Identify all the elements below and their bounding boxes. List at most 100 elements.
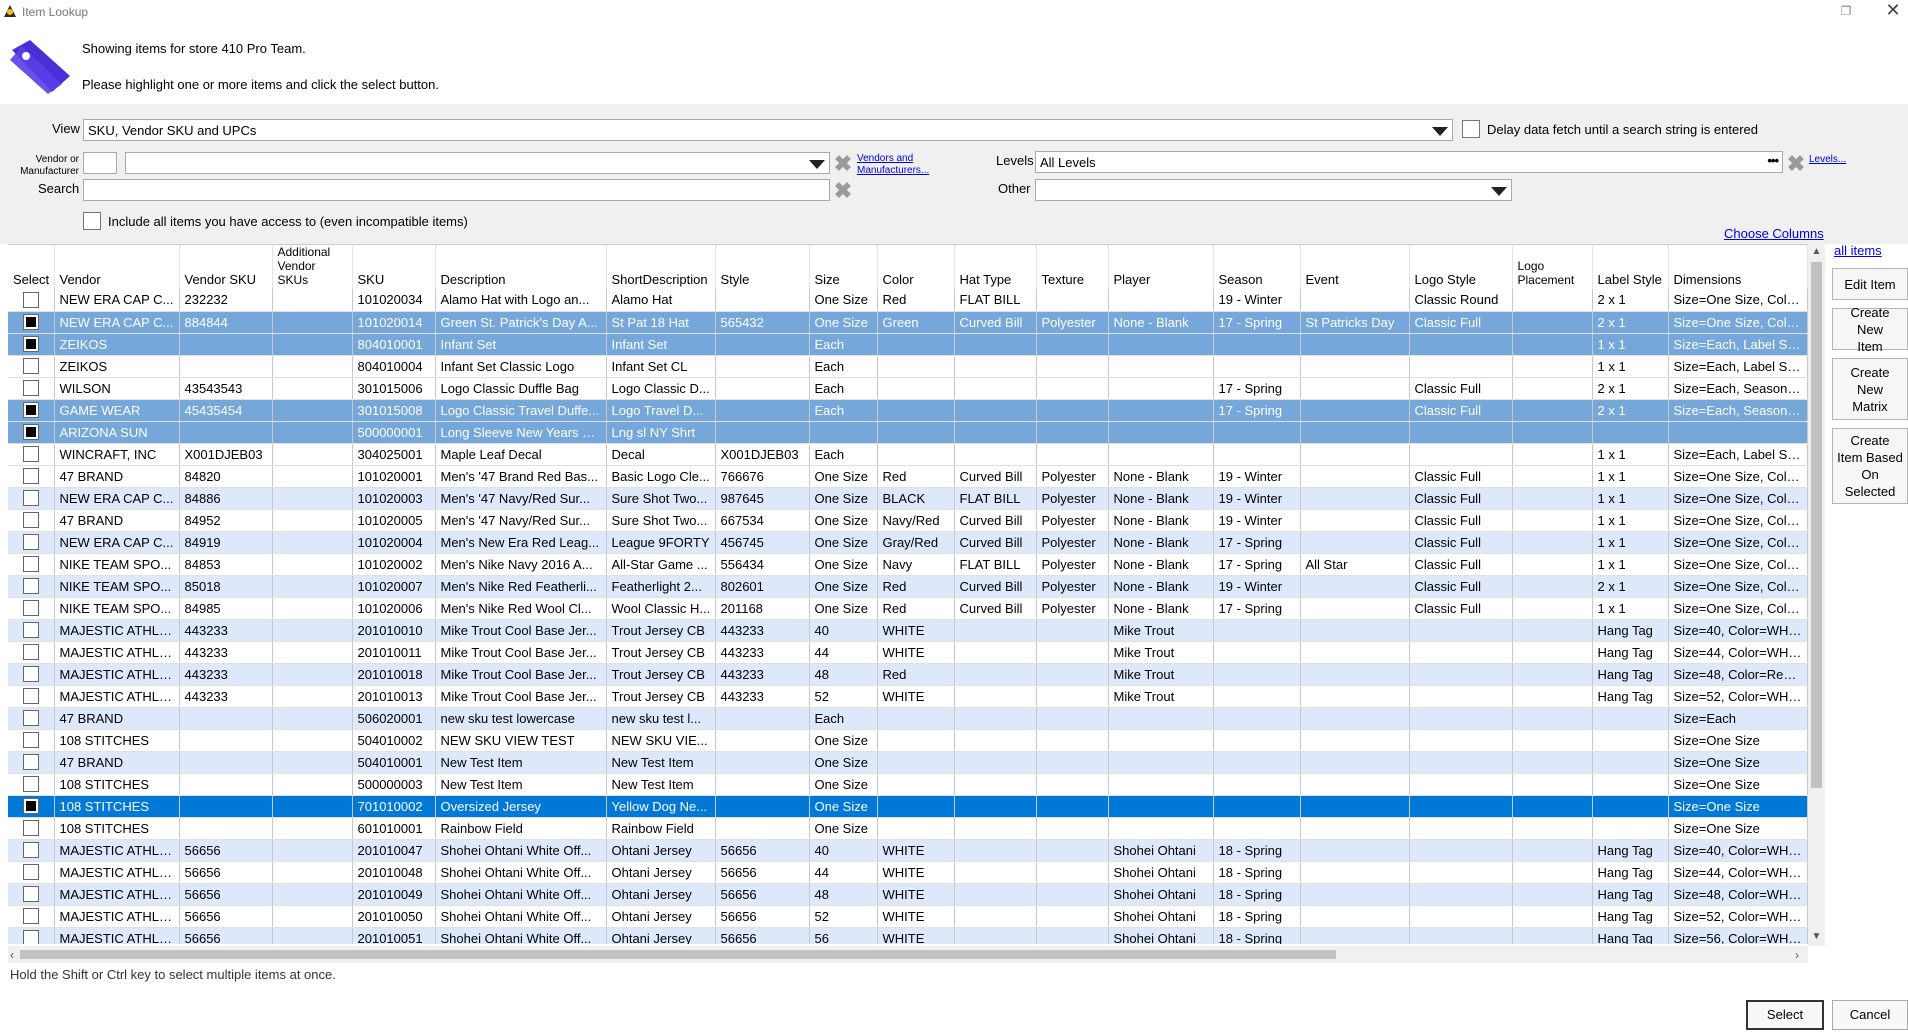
column-header[interactable]: Logo Placement <box>1512 245 1593 289</box>
vertical-scrollbar[interactable]: ▲ ▼ <box>1808 244 1825 946</box>
row-select-checkbox[interactable] <box>22 314 39 331</box>
row-select-checkbox[interactable] <box>22 842 39 859</box>
table-row[interactable]: GAME WEAR 45435454 301015008 Logo Classic T… <box>8 399 1808 422</box>
row-select-checkbox[interactable] <box>22 512 39 529</box>
row-select-checkbox[interactable] <box>22 732 39 749</box>
row-select-cell[interactable] <box>8 663 55 686</box>
row-select-checkbox[interactable] <box>22 776 39 793</box>
table-row[interactable]: NIKE TEAM SPO... 85018 101020007 Men's Nike… <box>8 575 1808 598</box>
row-select-cell[interactable] <box>8 377 55 400</box>
clear-vendor-icon[interactable]: ✖ <box>833 153 853 175</box>
column-header[interactable]: Player <box>1108 245 1214 289</box>
scroll-left-icon[interactable]: ‹ <box>10 948 14 962</box>
row-select-cell[interactable] <box>8 509 55 532</box>
view-select[interactable]: SKU, Vendor SKU and UPCs <box>83 119 1453 141</box>
table-row[interactable]: MAJESTIC ATHLE... 56656 201010049 Shohei Oh… <box>8 883 1808 906</box>
column-header[interactable]: Label Style <box>1592 245 1669 289</box>
row-select-cell[interactable] <box>8 553 55 576</box>
table-row[interactable]: NIKE TEAM SPO... 84985 101020006 Men's Nike… <box>8 597 1808 620</box>
column-header[interactable]: Hat Type <box>954 245 1037 289</box>
row-select-checkbox[interactable] <box>22 864 39 881</box>
table-row[interactable]: 108 STITCHES 601010001 Rainbow Field Rainbo… <box>8 817 1808 840</box>
row-select-cell[interactable] <box>8 399 55 422</box>
row-select-cell[interactable] <box>8 333 55 356</box>
table-row[interactable]: WILSON 43543543 301015006 Logo Classic Duff… <box>8 377 1808 400</box>
row-select-cell[interactable] <box>8 443 55 466</box>
search-input[interactable] <box>83 179 830 201</box>
row-select-checkbox[interactable] <box>22 908 39 925</box>
row-select-checkbox[interactable] <box>22 710 39 727</box>
clear-levels-icon[interactable]: ✖ <box>1786 153 1806 175</box>
row-select-checkbox[interactable] <box>22 644 39 661</box>
row-select-cell[interactable] <box>8 355 55 378</box>
row-select-cell[interactable] <box>8 685 55 708</box>
row-select-cell[interactable] <box>8 311 55 334</box>
column-header[interactable]: Event <box>1300 245 1410 289</box>
row-select-checkbox[interactable] <box>22 468 39 485</box>
table-row[interactable]: ARIZONA SUN 500000001 Long Sleeve New Year… <box>8 421 1808 444</box>
table-row[interactable]: WINCRAFT, INC X001DJEB03 304025001 Maple Le… <box>8 443 1808 466</box>
column-header[interactable]: Size <box>809 245 878 289</box>
table-row[interactable]: 108 STITCHES 504010002 NEW SKU VIEW TEST NE… <box>8 729 1808 752</box>
vendor-select[interactable] <box>125 152 830 174</box>
column-header[interactable]: Logo Style <box>1409 245 1513 289</box>
table-row[interactable]: NIKE TEAM SPO... 84853 101020002 Men's Nike… <box>8 553 1808 576</box>
create-new-item-button[interactable]: Create New Item <box>1832 305 1908 354</box>
vendors-link-line1[interactable]: Vendors and <box>857 153 929 165</box>
choose-columns-link[interactable]: Choose Columns <box>1724 226 1824 241</box>
row-select-checkbox[interactable] <box>22 292 39 309</box>
row-select-checkbox[interactable] <box>22 930 39 944</box>
table-row[interactable]: NEW ERA CAP C... 84919 101020004 Men's New … <box>8 531 1808 554</box>
column-header[interactable]: Season <box>1213 245 1301 289</box>
row-select-cell[interactable] <box>8 421 55 444</box>
column-header[interactable]: Dimensions <box>1668 245 1808 289</box>
row-select-checkbox[interactable] <box>22 666 39 683</box>
table-row[interactable]: NEW ERA CAP C... 884844 101020014 Green St.… <box>8 311 1808 334</box>
row-select-checkbox[interactable] <box>22 600 39 617</box>
row-select-cell[interactable] <box>8 839 55 862</box>
table-row[interactable]: MAJESTIC ATHLE... 443233 201010018 Mike Tro… <box>8 663 1808 686</box>
row-select-cell[interactable] <box>8 729 55 752</box>
row-select-checkbox[interactable] <box>22 336 39 353</box>
row-select-checkbox[interactable] <box>22 534 39 551</box>
table-row[interactable]: ZEIKOS 804010001 Infant Set Infant Set Each 1… <box>8 333 1808 356</box>
column-header[interactable]: SKU <box>352 245 436 289</box>
row-select-checkbox[interactable] <box>22 380 39 397</box>
table-row[interactable]: MAJESTIC ATHLE... 56656 201010048 Shohei Oh… <box>8 861 1808 884</box>
scroll-down-icon[interactable]: ▼ <box>1811 931 1822 943</box>
edit-item-button[interactable]: Edit Item <box>1832 268 1908 300</box>
delay-fetch-checkbox[interactable] <box>1462 120 1480 138</box>
select-button[interactable]: Select <box>1746 1000 1824 1030</box>
row-select-checkbox[interactable] <box>22 556 39 573</box>
row-select-checkbox[interactable] <box>22 820 39 837</box>
vendor-code-input[interactable] <box>83 152 117 174</box>
table-row[interactable]: MAJESTIC ATHLE... 443233 201010013 Mike Tro… <box>8 685 1808 708</box>
column-header[interactable]: Vendor SKU <box>179 245 273 289</box>
column-header[interactable]: Vendor <box>54 245 180 289</box>
table-row[interactable]: 47 BRAND 506020001 new sku test lowercase n… <box>8 707 1808 730</box>
levels-link[interactable]: Levels... <box>1809 154 1846 166</box>
row-select-checkbox[interactable] <box>22 446 39 463</box>
table-row[interactable]: MAJESTIC ATHLE... 56656 201010047 Shohei Oh… <box>8 839 1808 862</box>
ellipsis-icon[interactable]: ••• <box>1767 153 1779 168</box>
row-select-cell[interactable] <box>8 619 55 642</box>
clear-search-icon[interactable]: ✖ <box>833 180 853 202</box>
restore-icon[interactable]: ❐ <box>1839 4 1853 18</box>
row-select-checkbox[interactable] <box>22 798 39 815</box>
table-row[interactable]: 108 STITCHES 701010002 Oversized Jersey Yel… <box>8 795 1808 818</box>
column-header[interactable]: Color <box>877 245 955 289</box>
row-select-cell[interactable] <box>8 817 55 840</box>
table-row[interactable]: NEW ERA CAP C... 84886 101020003 Men's '47 … <box>8 487 1808 510</box>
row-select-checkbox[interactable] <box>22 886 39 903</box>
table-row[interactable]: MAJESTIC ATHLE... 56656 201010051 Shohei Oh… <box>8 927 1808 944</box>
table-row[interactable]: 108 STITCHES 500000003 New Test Item New Te… <box>8 773 1808 796</box>
row-select-cell[interactable] <box>8 883 55 906</box>
scroll-right-icon[interactable]: › <box>1795 948 1799 962</box>
row-select-cell[interactable] <box>8 773 55 796</box>
create-based-on-selected-button[interactable]: Create Item Based On Selected <box>1832 428 1908 504</box>
row-select-cell[interactable] <box>8 487 55 510</box>
row-select-cell[interactable] <box>8 531 55 554</box>
row-select-cell[interactable] <box>8 905 55 928</box>
row-select-checkbox[interactable] <box>22 754 39 771</box>
scroll-up-icon[interactable]: ▲ <box>1811 246 1822 258</box>
